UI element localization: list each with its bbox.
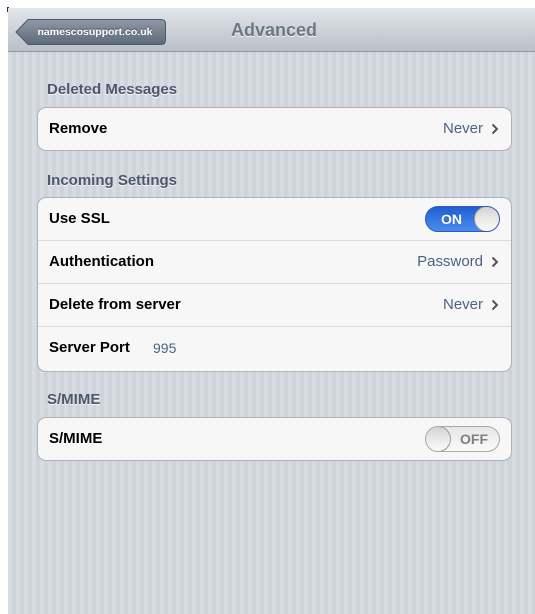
- navigation-bar: namescosupport.co.uk Advanced: [8, 8, 535, 52]
- use-ssl-toggle[interactable]: ON: [425, 206, 500, 232]
- page-title: Advanced: [230, 20, 318, 40]
- group-smime: S/MIME OFF: [37, 417, 512, 461]
- row-server-port[interactable]: Server Port 995: [38, 327, 511, 369]
- server-port-value[interactable]: 995: [153, 327, 176, 369]
- back-button[interactable]: namescosupport.co.uk: [15, 18, 167, 46]
- row-delete-from-server[interactable]: Delete from server Never: [38, 284, 511, 327]
- authentication-value: Password: [417, 253, 483, 270]
- row-authentication[interactable]: Authentication Password: [38, 241, 511, 284]
- chevron-right-icon: [491, 123, 499, 135]
- group-incoming-settings: Use SSL ON Authentication Password Delet…: [37, 197, 512, 372]
- row-use-ssl: Use SSL ON: [38, 198, 511, 241]
- smime-toggle[interactable]: OFF: [425, 426, 500, 452]
- smime-label: S/MIME: [49, 430, 103, 447]
- section-header-smime: S/MIME: [47, 391, 101, 408]
- toggle-knob: [426, 427, 451, 451]
- smime-toggle-text: OFF: [460, 431, 488, 447]
- delete-from-server-label: Delete from server: [49, 296, 181, 313]
- section-header-deleted-messages: Deleted Messages: [47, 81, 178, 98]
- chevron-right-icon: [491, 299, 499, 311]
- settings-screen: namescosupport.co.uk Advanced Deleted Me…: [8, 8, 535, 614]
- authentication-label: Authentication: [49, 253, 154, 270]
- server-port-label: Server Port: [49, 339, 130, 356]
- row-smime: S/MIME OFF: [38, 418, 511, 460]
- chevron-right-icon: [491, 256, 499, 268]
- use-ssl-label: Use SSL: [49, 210, 110, 227]
- remove-value: Never: [442, 120, 483, 137]
- use-ssl-toggle-text: ON: [441, 211, 462, 227]
- row-remove[interactable]: Remove Never: [38, 108, 511, 150]
- group-deleted-messages: Remove Never: [37, 107, 512, 151]
- toggle-knob: [474, 207, 499, 231]
- section-header-incoming-settings: Incoming Settings: [47, 172, 178, 189]
- back-button-label: namescosupport.co.uk: [37, 26, 153, 38]
- remove-label: Remove: [49, 120, 108, 137]
- delete-from-server-value: Never: [442, 296, 483, 313]
